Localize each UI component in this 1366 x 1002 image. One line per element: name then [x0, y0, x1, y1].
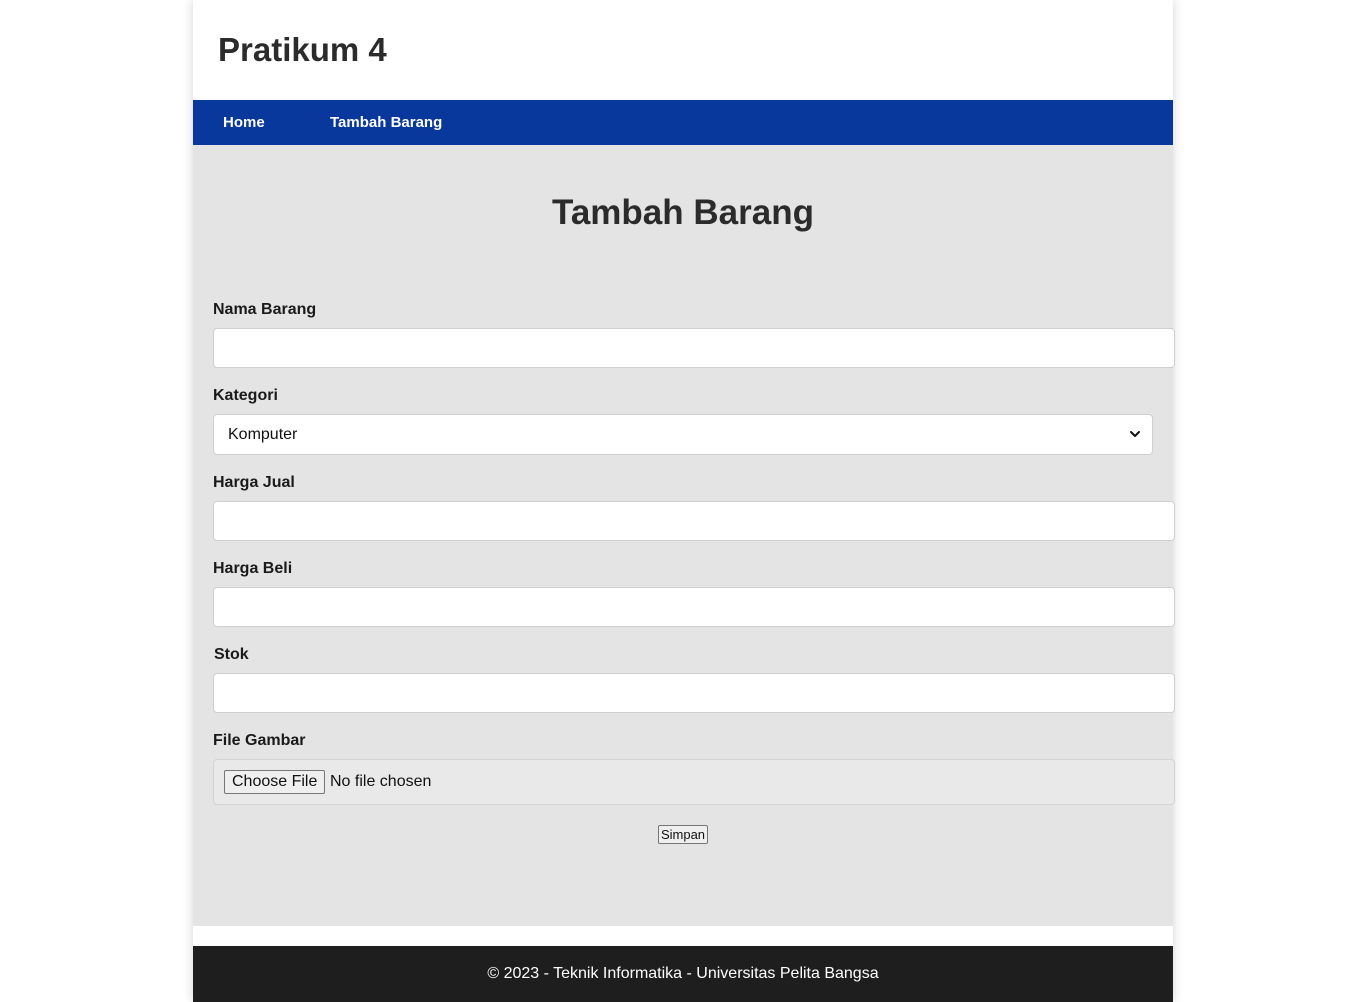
harga-beli-input[interactable]	[213, 587, 1175, 627]
stok-input[interactable]	[213, 673, 1175, 713]
main-content: Tambah Barang Nama Barang Kategori Kompu…	[193, 145, 1175, 926]
nav-tambah-barang-link[interactable]: Tambah Barang	[330, 100, 442, 145]
file-status-text: No file chosen	[330, 773, 432, 790]
page-container: Pratikum 4 Home Tambah Barang Tambah Bar…	[193, 0, 1175, 1002]
nav-home-link[interactable]: Home	[223, 100, 265, 145]
kategori-selected-value: Komputer	[228, 426, 298, 443]
choose-file-button[interactable]: Choose File	[224, 770, 326, 794]
stok-label: Stok	[214, 646, 249, 663]
site-title: Pratikum 4	[218, 31, 387, 68]
site-header: Pratikum 4	[193, 0, 1173, 100]
harga-beli-label: Harga Beli	[213, 560, 293, 577]
harga-jual-input[interactable]	[213, 501, 1175, 541]
file-gambar-field: Choose File No file chosen	[213, 759, 1175, 805]
nama-barang-label: Nama Barang	[213, 301, 317, 318]
file-gambar-label: File Gambar	[213, 732, 306, 749]
site-footer: © 2023 - Teknik Informatika - Universita…	[193, 946, 1173, 1002]
main-navbar: Home Tambah Barang	[193, 100, 1173, 145]
kategori-select[interactable]: Komputer	[213, 414, 1153, 455]
kategori-label: Kategori	[213, 387, 278, 404]
chevron-down-icon	[1130, 431, 1140, 437]
page-title: Tambah Barang	[552, 193, 814, 232]
simpan-button[interactable]: Simpan	[658, 825, 708, 844]
harga-jual-label: Harga Jual	[213, 474, 295, 491]
nama-barang-input[interactable]	[213, 328, 1175, 368]
